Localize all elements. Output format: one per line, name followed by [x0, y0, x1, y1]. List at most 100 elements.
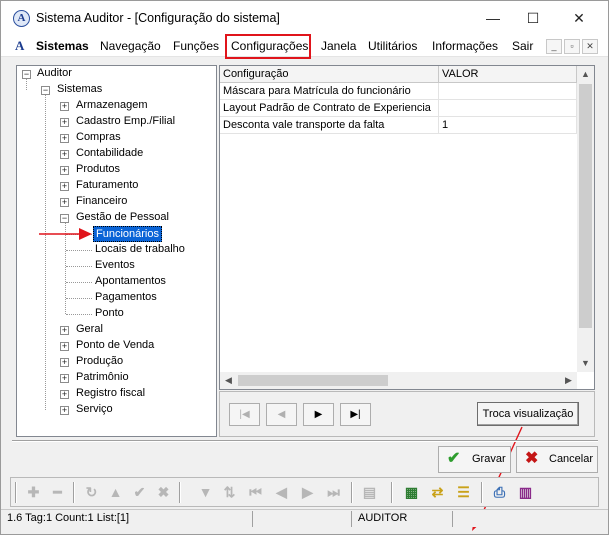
column-header-configuracao[interactable]: Configuração — [220, 66, 439, 83]
config-value-cell[interactable] — [439, 100, 577, 117]
menu-janela[interactable]: Janela — [321, 39, 356, 53]
tree-node-module[interactable]: Produção — [76, 354, 123, 370]
table-row[interactable]: Máscara para Matrícula do funcionário — [220, 83, 577, 100]
tree-node-module[interactable]: Financeiro — [76, 194, 127, 210]
tree-node-module[interactable]: Patrimônio — [76, 370, 129, 386]
print-icon[interactable]: ⎙ — [491, 484, 508, 501]
nav-first-button[interactable]: |◀ — [229, 403, 260, 426]
report-icon[interactable]: ▥ — [517, 484, 534, 501]
menu-navegacao[interactable]: Navegação — [100, 39, 161, 53]
table-row[interactable]: Layout Padrão de Contrato de Experiencia — [220, 100, 577, 117]
menu-informacoes[interactable]: Informações — [432, 39, 498, 53]
post-check-icon[interactable]: ✔ — [131, 484, 148, 501]
toggle-view-button[interactable]: Troca visualização — [477, 402, 579, 426]
scroll-left-icon[interactable]: ◀ — [220, 372, 237, 389]
expand-icon[interactable]: + — [60, 342, 69, 351]
vertical-scroll-thumb[interactable] — [579, 84, 592, 328]
expand-icon[interactable]: + — [60, 102, 69, 111]
expand-icon[interactable]: + — [60, 150, 69, 159]
tree-node-module[interactable]: Ponto de Venda — [76, 338, 154, 354]
edit-up-icon[interactable]: ▲ — [107, 484, 124, 501]
tree-node-module[interactable]: Faturamento — [76, 178, 138, 194]
table-row[interactable]: Desconta vale transporte da falta 1 — [220, 117, 577, 134]
tree-node-module[interactable]: Registro fiscal — [76, 386, 145, 402]
prior-record-icon[interactable]: ◀ — [273, 484, 290, 501]
cancel-edit-icon[interactable]: ✖ — [155, 484, 172, 501]
config-value-cell[interactable]: 1 — [439, 117, 577, 134]
tree-node-module[interactable]: Geral — [76, 322, 103, 338]
expand-icon[interactable]: + — [60, 166, 69, 175]
expand-icon[interactable]: + — [60, 374, 69, 383]
tree-node-module[interactable]: Serviço — [76, 402, 113, 418]
expand-icon[interactable]: + — [60, 406, 69, 415]
next-record-icon[interactable]: ▶ — [299, 484, 316, 501]
tree-node-child[interactable]: Pagamentos — [95, 290, 157, 306]
mdi-restore-button[interactable]: ▫ — [564, 39, 580, 54]
tree-node-module[interactable]: Produtos — [76, 162, 120, 178]
expand-icon[interactable]: + — [60, 326, 69, 335]
tree-node-child[interactable]: Ponto — [95, 306, 124, 322]
config-name-cell[interactable]: Layout Padrão de Contrato de Experiencia — [220, 100, 439, 117]
mdi-close-button[interactable]: ✕ — [582, 39, 598, 54]
cancel-button[interactable]: ✖ Cancelar — [516, 446, 598, 473]
config-value-cell[interactable] — [439, 83, 577, 100]
filter-icon[interactable]: ▼ — [197, 484, 214, 501]
modules-tree[interactable]: − Auditor − Sistemas + Armazenagem + Cad… — [16, 65, 217, 437]
last-record-icon[interactable]: ⏭ — [325, 484, 342, 501]
vertical-scrollbar[interactable]: ▲ ▼ — [577, 66, 594, 372]
tree-connector — [66, 282, 92, 283]
column-header-valor[interactable]: VALOR — [439, 66, 577, 83]
tree-node-funcionarios-selected[interactable]: Funcionários — [93, 226, 162, 242]
expand-icon[interactable]: + — [60, 198, 69, 207]
nav-prior-button[interactable]: ◀ — [266, 403, 297, 426]
tree-root[interactable]: Auditor — [37, 66, 72, 82]
collapse-icon[interactable]: − — [60, 214, 69, 223]
delete-record-icon[interactable]: ━ — [49, 484, 66, 501]
expand-icon[interactable]: + — [60, 118, 69, 127]
mdi-minimize-button[interactable]: _ — [546, 39, 562, 54]
sort-icon[interactable]: ⇅ — [221, 484, 238, 501]
nav-next-button[interactable]: ▶ — [303, 403, 334, 426]
tree-node-child[interactable]: Eventos — [95, 258, 135, 274]
menu-sistemas[interactable]: Sistemas — [36, 39, 89, 53]
scroll-up-icon[interactable]: ▲ — [577, 66, 594, 83]
tree-node-child[interactable]: Apontamentos — [95, 274, 166, 290]
tree-connector — [26, 78, 27, 90]
horizontal-scroll-thumb[interactable] — [238, 375, 388, 386]
save-button[interactable]: ✔ Gravar — [438, 446, 511, 473]
tree-node-sistemas[interactable]: Sistemas — [57, 82, 102, 98]
document-icon[interactable]: ▤ — [361, 484, 378, 501]
tree-node-module[interactable]: Contabilidade — [76, 146, 143, 162]
scroll-down-icon[interactable]: ▼ — [577, 355, 594, 372]
grid-export-icon[interactable]: ▦ — [403, 484, 420, 501]
tree-node-child[interactable]: Locais de trabalho — [95, 242, 185, 258]
collapse-icon[interactable]: − — [41, 86, 50, 95]
collapse-icon[interactable]: − — [22, 70, 31, 79]
tree-node-gestao-pessoal[interactable]: Gestão de Pessoal — [76, 210, 169, 226]
config-name-cell[interactable]: Desconta vale transporte da falta — [220, 117, 439, 134]
first-record-icon[interactable]: ⏮ — [247, 484, 264, 501]
menu-sair[interactable]: Sair — [512, 39, 533, 53]
config-name-cell[interactable]: Máscara para Matrícula do funcionário — [220, 83, 439, 100]
close-button[interactable]: ✕ — [556, 1, 602, 35]
menu-funcoes[interactable]: Funções — [173, 39, 219, 53]
tree-node-module[interactable]: Compras — [76, 130, 121, 146]
horizontal-scrollbar[interactable]: ◀ ▶ — [220, 372, 577, 389]
menu-utilitarios[interactable]: Utilitários — [368, 39, 417, 53]
list-options-icon[interactable]: ☰ — [455, 484, 472, 501]
maximize-button[interactable]: ☐ — [510, 1, 556, 35]
expand-icon[interactable]: + — [60, 358, 69, 367]
expand-icon[interactable]: + — [60, 134, 69, 143]
refresh-icon[interactable]: ↻ — [83, 484, 100, 501]
transfer-icon[interactable]: ⇄ — [429, 484, 446, 501]
tree-node-module[interactable]: Cadastro Emp./Filial — [76, 114, 175, 130]
nav-last-button[interactable]: ▶| — [340, 403, 371, 426]
add-record-icon[interactable]: ✚ — [25, 484, 42, 501]
scroll-right-icon[interactable]: ▶ — [560, 372, 577, 389]
config-grid[interactable]: Configuração VALOR Máscara para Matrícul… — [219, 65, 595, 390]
tree-connector — [45, 94, 46, 410]
tree-node-module[interactable]: Armazenagem — [76, 98, 148, 114]
toolbar-separator — [15, 482, 17, 503]
expand-icon[interactable]: + — [60, 182, 69, 191]
expand-icon[interactable]: + — [60, 390, 69, 399]
